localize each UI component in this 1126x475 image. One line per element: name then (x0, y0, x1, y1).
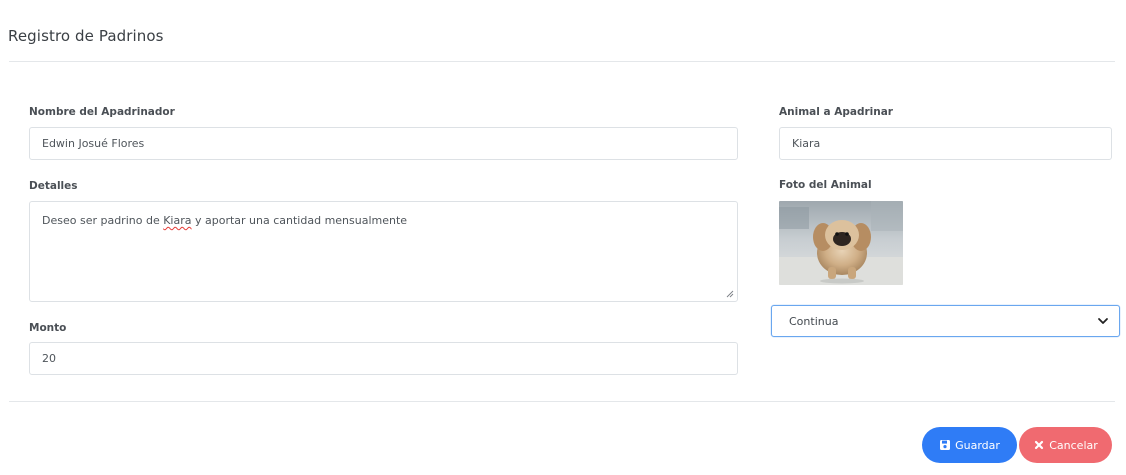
monto-input[interactable]: 20 (29, 342, 738, 375)
frecuencia-select[interactable]: Continua (771, 305, 1120, 337)
x-icon (1033, 439, 1045, 451)
cancel-button[interactable]: Cancelar (1019, 427, 1112, 463)
save-button-label: Guardar (955, 438, 1000, 452)
padrino-name-input[interactable]: Edwin Josué Flores (29, 127, 738, 160)
monto-value: 20 (42, 352, 56, 365)
footer-divider (9, 401, 1115, 402)
animal-label: Animal a Apadrinar (779, 106, 893, 118)
detalles-text-after: y aportar una cantidad mensualmente (191, 214, 408, 227)
resize-handle-icon[interactable] (726, 290, 734, 298)
detalles-text-before: Deseo ser padrino de (42, 214, 164, 227)
foto-label: Foto del Animal (779, 179, 872, 191)
page-title: Registro de Padrinos (8, 27, 164, 45)
detalles-misspelled-word: Kiara (163, 214, 192, 227)
cancel-button-label: Cancelar (1049, 438, 1098, 452)
save-button[interactable]: Guardar (922, 427, 1017, 463)
padrino-label: Nombre del Apadrinador (29, 106, 175, 118)
chevron-down-icon (1098, 318, 1108, 324)
registro-padrinos-page: Registro de Padrinos Nombre del Apadrina… (0, 0, 1126, 475)
floppy-disk-icon (939, 439, 951, 451)
dog-photo-image (779, 201, 903, 285)
frecuencia-selected-value: Continua (789, 314, 839, 328)
animal-input[interactable]: Kiara (779, 127, 1112, 160)
header-divider (9, 61, 1115, 62)
page-header: Registro de Padrinos (0, 0, 1126, 62)
detalles-label: Detalles (29, 180, 78, 192)
detalles-textarea[interactable]: Deseo ser padrino de Kiara y aportar una… (29, 201, 738, 302)
animal-photo (779, 201, 903, 285)
monto-label: Monto (29, 322, 67, 334)
animal-value: Kiara (792, 137, 821, 150)
padrino-name-value: Edwin Josué Flores (42, 137, 145, 150)
